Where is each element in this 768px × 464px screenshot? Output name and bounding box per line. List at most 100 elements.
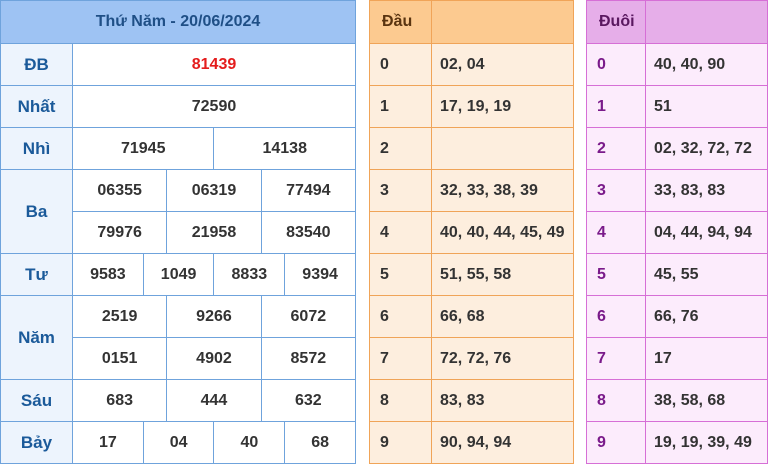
dau-row: 3 32, 33, 38, 39 bbox=[369, 169, 574, 212]
duoi-numbers: 02, 32, 72, 72 bbox=[645, 127, 768, 170]
label-nam: Năm bbox=[0, 295, 73, 380]
duoi-row: 0 40, 40, 90 bbox=[586, 43, 768, 86]
prize-ba-value: 21958 bbox=[166, 211, 262, 254]
results-panel: Thứ Năm - 20/06/2024 ĐB 81439 Nhất 72590… bbox=[0, 0, 357, 464]
duoi-panel: Đuôi 0 40, 40, 90 1 51 2 02, 32, 72, 72 3 33, 8… bbox=[586, 0, 768, 464]
duoi-digit: 4 bbox=[586, 211, 646, 254]
duoi-body: 0 40, 40, 90 1 51 2 02, 32, 72, 72 3 33, 83, 83… bbox=[586, 43, 768, 464]
prize-nam-value: 0151 bbox=[71, 337, 168, 380]
dau-header: Đầu bbox=[369, 0, 432, 44]
duoi-numbers: 04, 44, 94, 94 bbox=[645, 211, 768, 254]
prize-tu-value: 9583 bbox=[72, 253, 144, 296]
prize-ba-value: 06319 bbox=[166, 169, 262, 212]
duoi-row: 4 04, 44, 94, 94 bbox=[586, 211, 768, 254]
prize-sau-value: 632 bbox=[260, 379, 357, 422]
dau-numbers: 32, 33, 38, 39 bbox=[431, 169, 574, 212]
label-sau: Sáu bbox=[0, 379, 73, 422]
label-nhi: Nhì bbox=[0, 127, 73, 170]
dau-digit: 4 bbox=[369, 211, 432, 254]
row-ba-1: Ba 06355 06319 77494 bbox=[0, 169, 357, 254]
duoi-row: 9 19, 19, 39, 49 bbox=[586, 421, 768, 464]
duoi-row: 2 02, 32, 72, 72 bbox=[586, 127, 768, 170]
prize-nam-value: 9266 bbox=[166, 295, 262, 338]
prize-sau-value: 683 bbox=[71, 379, 168, 422]
dau-digit: 3 bbox=[369, 169, 432, 212]
dau-digit: 7 bbox=[369, 337, 432, 380]
duoi-numbers: 17 bbox=[645, 337, 768, 380]
row-bay: Bảy 17 04 40 68 bbox=[0, 421, 356, 464]
results-header-row: Thứ Năm - 20/06/2024 bbox=[0, 0, 356, 44]
dau-digit: 9 bbox=[369, 421, 432, 464]
duoi-digit: 7 bbox=[586, 337, 646, 380]
dau-panel: Đầu 0 02, 04 1 17, 19, 19 2 3 32, 33, 38, 39 4 4… bbox=[369, 0, 574, 464]
duoi-row: 8 38, 58, 68 bbox=[586, 379, 768, 422]
row-tu: Tư 9583 1049 8833 9394 bbox=[0, 253, 356, 296]
dau-numbers: 51, 55, 58 bbox=[431, 253, 574, 296]
duoi-digit: 1 bbox=[586, 85, 646, 128]
dau-digit: 2 bbox=[369, 127, 432, 170]
prize-bay-value: 04 bbox=[142, 421, 215, 464]
prize-bay-value: 17 bbox=[72, 421, 144, 464]
duoi-digit: 2 bbox=[586, 127, 646, 170]
duoi-numbers: 40, 40, 90 bbox=[645, 43, 768, 86]
dau-row: 4 40, 40, 44, 45, 49 bbox=[369, 211, 574, 254]
duoi-digit: 6 bbox=[586, 295, 646, 338]
dau-row: 0 02, 04 bbox=[369, 43, 574, 86]
dau-row: 8 83, 83 bbox=[369, 379, 574, 422]
dau-digit: 8 bbox=[369, 379, 432, 422]
duoi-header: Đuôi bbox=[586, 0, 646, 44]
duoi-numbers: 66, 76 bbox=[645, 295, 768, 338]
prize-tu-value: 8833 bbox=[213, 253, 286, 296]
label-ba: Ba bbox=[0, 169, 73, 254]
dau-digit: 0 bbox=[369, 43, 432, 86]
row-nam-1: Năm 2519 9266 6072 bbox=[0, 295, 357, 380]
prize-nam-value: 4902 bbox=[166, 337, 262, 380]
prize-tu-value: 1049 bbox=[142, 253, 215, 296]
prize-bay-value: 40 bbox=[213, 421, 286, 464]
dau-numbers: 72, 72, 76 bbox=[431, 337, 574, 380]
row-sau: Sáu 683 444 632 bbox=[0, 379, 357, 422]
prize-ba-value: 83540 bbox=[260, 211, 357, 254]
dau-body: 0 02, 04 1 17, 19, 19 2 3 32, 33, 38, 39 4 40, 4… bbox=[369, 43, 574, 464]
prize-bay-value: 68 bbox=[284, 421, 356, 464]
duoi-row: 7 17 bbox=[586, 337, 768, 380]
prize-sau-value: 444 bbox=[166, 379, 262, 422]
duoi-table: Đuôi 0 40, 40, 90 1 51 2 02, 32, 72, 72 3 33, 8… bbox=[586, 0, 768, 464]
results-table: Thứ Năm - 20/06/2024 ĐB 81439 Nhất 72590… bbox=[0, 0, 357, 464]
prize-ba-value: 77494 bbox=[260, 169, 357, 212]
row-db: ĐB 81439 bbox=[0, 43, 356, 86]
duoi-digit: 3 bbox=[586, 169, 646, 212]
row-nhat: Nhất 72590 bbox=[0, 85, 356, 128]
prize-nhi-value: 14138 bbox=[213, 127, 356, 170]
row-nhi: Nhì 71945 14138 bbox=[0, 127, 356, 170]
duoi-digit: 9 bbox=[586, 421, 646, 464]
duoi-header-row: Đuôi bbox=[586, 0, 768, 44]
duoi-row: 5 45, 55 bbox=[586, 253, 768, 296]
prize-nam-value: 2519 bbox=[71, 295, 168, 338]
duoi-numbers: 51 bbox=[645, 85, 768, 128]
label-tu: Tư bbox=[0, 253, 73, 296]
prize-nam-value: 8572 bbox=[260, 337, 357, 380]
dau-numbers: 02, 04 bbox=[431, 43, 574, 86]
prize-nhi-value: 71945 bbox=[71, 127, 215, 170]
dau-table: Đầu 0 02, 04 1 17, 19, 19 2 3 32, 33, 38, 39 4 4… bbox=[369, 0, 574, 464]
label-bay: Bảy bbox=[0, 421, 73, 464]
dau-row: 5 51, 55, 58 bbox=[369, 253, 574, 296]
duoi-row: 1 51 bbox=[586, 85, 768, 128]
prize-tu-value: 9394 bbox=[284, 253, 356, 296]
prize-nam-value: 6072 bbox=[260, 295, 357, 338]
prize-db-value: 81439 bbox=[72, 43, 356, 86]
label-nhat: Nhất bbox=[0, 85, 73, 128]
duoi-numbers: 33, 83, 83 bbox=[645, 169, 768, 212]
dau-numbers: 83, 83 bbox=[431, 379, 574, 422]
results-title: Thứ Năm - 20/06/2024 bbox=[0, 0, 356, 44]
dau-numbers: 40, 40, 44, 45, 49 bbox=[431, 211, 574, 254]
duoi-header-blank bbox=[645, 0, 768, 44]
label-db: ĐB bbox=[0, 43, 73, 86]
duoi-row: 3 33, 83, 83 bbox=[586, 169, 768, 212]
duoi-numbers: 45, 55 bbox=[645, 253, 768, 296]
dau-row: 2 bbox=[369, 127, 574, 170]
dau-row: 6 66, 68 bbox=[369, 295, 574, 338]
dau-numbers: 90, 94, 94 bbox=[431, 421, 574, 464]
duoi-digit: 0 bbox=[586, 43, 646, 86]
